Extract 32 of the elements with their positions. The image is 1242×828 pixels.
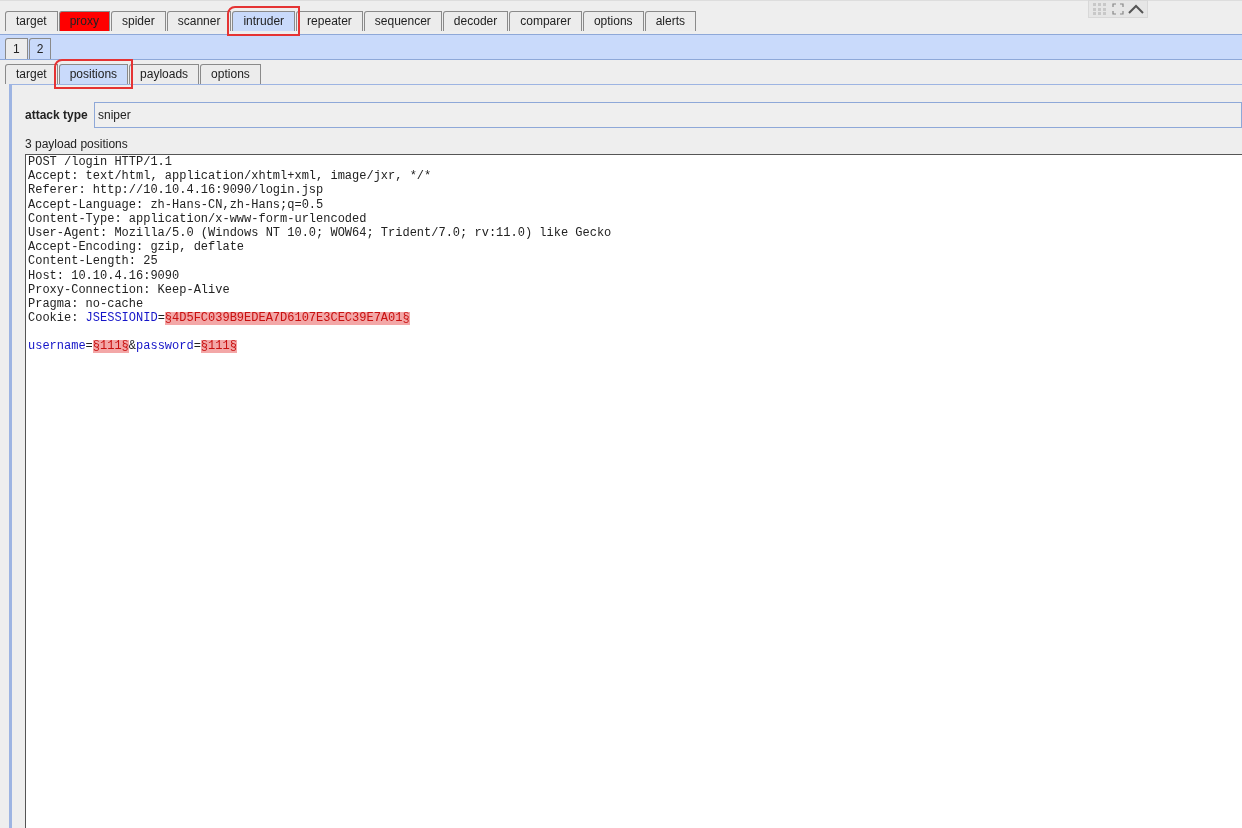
- request-line: User-Agent: Mozilla/5.0 (Windows NT 10.0; WOW64; Trident/7.0; rv:11.0) like Gecko: [28, 225, 612, 241]
- tool-tab[interactable]: comparer: [509, 11, 582, 31]
- request-line: Accept: text/html, application/xhtml+xml, image/jxr, */*: [28, 169, 432, 184]
- expand-icon[interactable]: [1112, 3, 1124, 15]
- section-tab[interactable]: payloads: [129, 64, 200, 84]
- attack-tab[interactable]: 2: [28, 38, 52, 59]
- caret-up-icon[interactable]: [1128, 4, 1144, 14]
- request-line: Accept-Language: zh-Hans-CN,zh-Hans;q=0.5: [28, 197, 324, 212]
- section-tab[interactable]: options: [200, 64, 261, 84]
- tool-tab[interactable]: spider: [111, 11, 166, 31]
- attack-tab[interactable]: 1: [5, 38, 28, 59]
- grid-icon[interactable]: [1092, 2, 1108, 16]
- request-line: Content-Type: application/x-www-form-urlencoded: [28, 211, 367, 226]
- tool-tab[interactable]: proxy: [58, 11, 111, 31]
- request-line: Pragma: no-cache: [28, 296, 144, 312]
- section-tab[interactable]: target: [5, 64, 58, 84]
- request-line: Referer: http://10.10.4.16:9090/login.jsp: [28, 183, 324, 198]
- tool-tab[interactable]: repeater: [296, 11, 363, 31]
- request-line: Host: 10.10.4.16:9090: [28, 268, 180, 283]
- tool-tab[interactable]: options: [582, 11, 644, 31]
- payload-count-label: 3 payload positions: [25, 137, 129, 152]
- tool-tab[interactable]: target: [5, 11, 58, 31]
- request-line: Proxy-Connection: Keep-Alive: [28, 282, 230, 297]
- request-line: POST /login HTTP/1.1: [28, 155, 173, 170]
- tool-tab[interactable]: alerts: [644, 11, 696, 31]
- tool-tab[interactable]: scanner: [166, 11, 232, 31]
- attack-type-dropdown[interactable]: sniper: [94, 102, 1242, 128]
- tool-tab[interactable]: sequencer: [363, 11, 442, 31]
- attack-type-label: attack type: [25, 108, 89, 122]
- tool-tab[interactable]: decoder: [442, 11, 509, 31]
- request-line: Content-Length: 25: [28, 254, 158, 269]
- request-line: Accept-Encoding: gzip, deflate: [28, 240, 245, 255]
